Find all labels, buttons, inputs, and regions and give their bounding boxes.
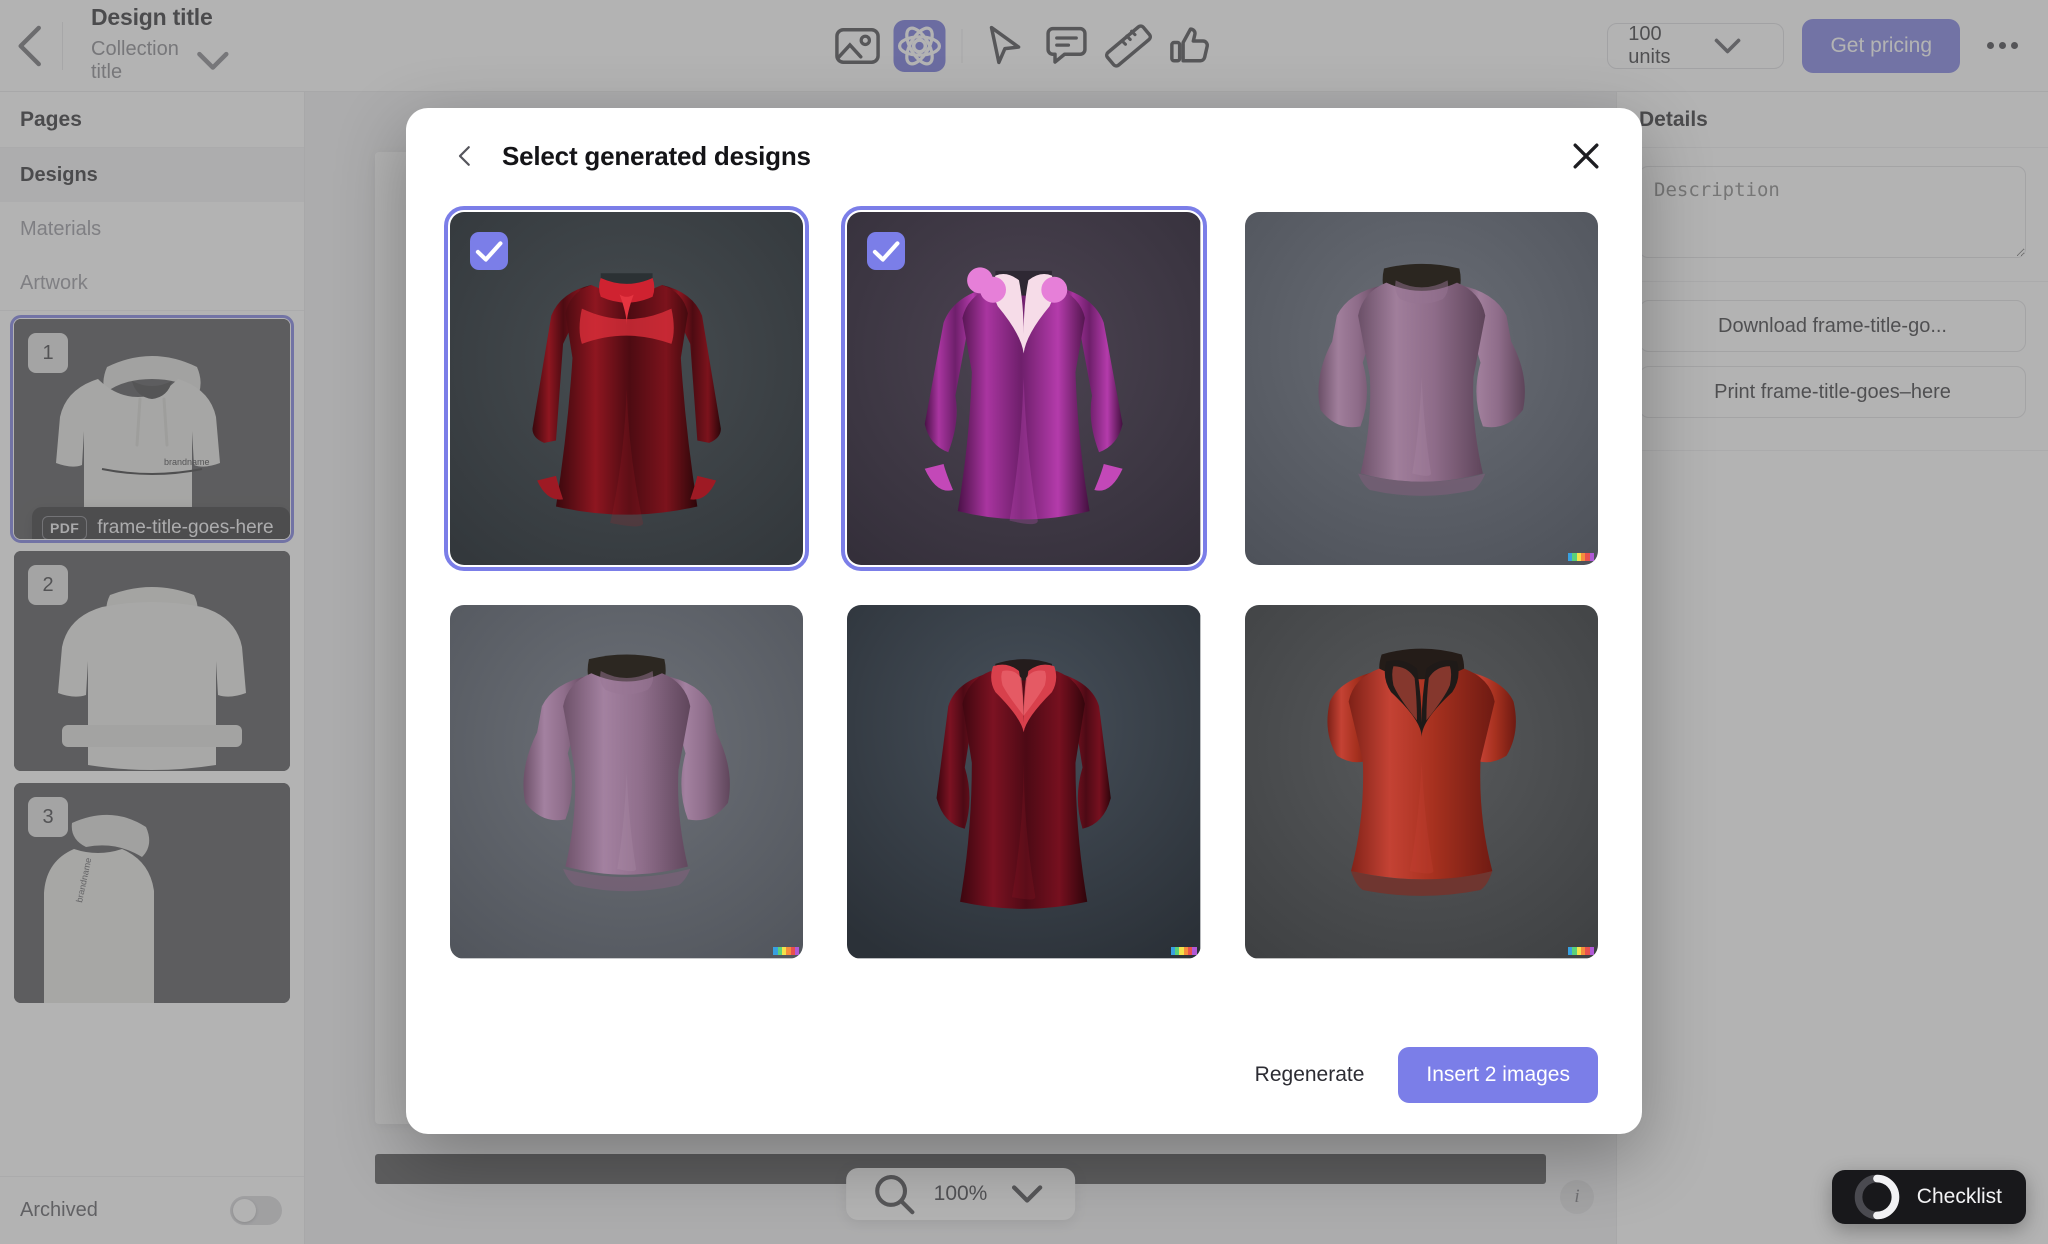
export-actions-block: Download frame-title-go... Print frame-t… <box>1617 282 2048 451</box>
dialog-back-button[interactable] <box>450 141 480 171</box>
more-horizontal-icon <box>1986 42 1994 49</box>
frame-title-label: frame-title-goes-here <box>97 517 274 538</box>
ai-watermark-icon <box>1170 946 1197 955</box>
progress-ring-icon <box>1854 1174 1900 1220</box>
dialog-header: Select generated designs <box>406 108 1642 204</box>
ai-watermark-icon <box>1568 553 1594 562</box>
archived-row: Archived <box>0 1176 304 1244</box>
thumbnail-number: 1 <box>28 333 68 373</box>
toolbar-separator <box>961 28 963 63</box>
details-panel: Details Download frame-title-go... Print… <box>1616 92 2048 1244</box>
close-button[interactable] <box>1566 136 1606 176</box>
design-card[interactable] <box>450 605 804 959</box>
ai-atom-icon <box>897 26 942 65</box>
description-block <box>1617 148 2048 282</box>
title-block: Design title Collection title <box>63 4 240 88</box>
design-card[interactable] <box>443 205 810 572</box>
tool-approve-button[interactable] <box>1165 20 1217 72</box>
description-field[interactable] <box>1639 166 2026 258</box>
archived-label: Archived <box>20 1199 98 1221</box>
checklist-button[interactable]: Checklist <box>1831 1170 2026 1224</box>
design-thumbnail <box>1244 212 1598 566</box>
design-card[interactable] <box>847 605 1201 959</box>
units-select[interactable]: 100 units <box>1607 22 1785 69</box>
thumbnail-number: 3 <box>28 797 68 837</box>
chevron-down-icon <box>1715 38 1741 53</box>
archived-toggle[interactable] <box>230 1196 282 1225</box>
download-frame-button[interactable]: Download frame-title-go... <box>1639 300 2026 352</box>
design-card[interactable] <box>841 205 1207 572</box>
ai-watermark-icon <box>1568 946 1594 955</box>
frame-title-tooltip: PDF frame-title-goes-here <box>32 507 290 539</box>
sidebar-item-artwork[interactable]: Artwork <box>0 256 304 310</box>
regenerate-button[interactable]: Regenerate <box>1255 1063 1365 1087</box>
toolbar <box>832 19 1217 72</box>
ai-watermark-icon <box>773 946 800 955</box>
comment-icon <box>1046 26 1087 64</box>
dialog-footer: Regenerate Insert 2 images <box>406 1016 1642 1134</box>
left-sidebar: Pages Designs Materials Artwork 1 brandn… <box>0 92 305 1244</box>
header-actions: 100 units Get pricing <box>1607 18 2026 73</box>
insert-images-button[interactable]: Insert 2 images <box>1398 1047 1598 1103</box>
chevron-down-icon <box>1012 1185 1043 1203</box>
image-icon <box>835 27 880 64</box>
tool-comment-button[interactable] <box>1041 20 1093 72</box>
units-value: 100 units <box>1628 22 1671 68</box>
get-pricing-button[interactable]: Get pricing <box>1802 18 1960 73</box>
thumbnail-number: 2 <box>28 565 68 605</box>
tool-cursor-button[interactable] <box>979 20 1031 72</box>
magnifier-icon <box>874 1175 914 1215</box>
info-icon[interactable]: i <box>1560 1180 1594 1214</box>
more-options-button[interactable] <box>1978 22 2026 70</box>
check-icon <box>475 241 503 262</box>
list-item[interactable]: 2 <box>14 551 290 771</box>
print-frame-button[interactable]: Print frame-title-goes–here <box>1639 366 2026 418</box>
chevron-left-icon <box>458 146 470 166</box>
tool-ai-generate-button[interactable] <box>893 19 946 72</box>
collection-title: Collection title <box>91 37 179 83</box>
tool-ruler-button[interactable] <box>1103 20 1155 72</box>
zoom-value: 100% <box>933 1182 988 1205</box>
chevron-down-icon <box>197 51 229 70</box>
sidebar-item-materials[interactable]: Materials <box>0 202 304 256</box>
design-thumbnail <box>450 605 804 959</box>
dialog-title: Select generated designs <box>502 140 811 171</box>
tool-image-button[interactable] <box>832 20 884 72</box>
pdf-badge: PDF <box>42 516 88 539</box>
ruler-icon <box>1104 23 1153 68</box>
design-card[interactable] <box>1244 212 1598 566</box>
top-header: Design title Collection title 100 units … <box>0 0 2048 92</box>
zoom-control[interactable]: 100% <box>845 1168 1076 1220</box>
thumbs-up-icon <box>1170 26 1209 62</box>
page-thumbnail-list[interactable]: 1 brandname PDF frame-title-goes-here 2 … <box>0 311 304 1176</box>
design-checkbox[interactable] <box>867 232 906 270</box>
design-checkbox[interactable] <box>470 232 508 270</box>
sidebar-section-pages: Pages <box>0 92 304 148</box>
generated-designs-grid <box>406 204 1642 1016</box>
svg-text:brandname: brandname <box>164 457 210 467</box>
checklist-label: Checklist <box>1916 1185 2002 1208</box>
details-panel-title: Details <box>1617 92 2048 148</box>
sidebar-item-designs[interactable]: Designs <box>0 148 304 202</box>
select-generated-designs-dialog: Select generated designs Regenerate Inse… <box>406 108 1642 1134</box>
design-thumbnail <box>1244 605 1598 959</box>
design-card[interactable] <box>1244 605 1598 959</box>
back-button[interactable] <box>0 0 62 92</box>
design-thumbnail <box>847 605 1201 959</box>
check-icon <box>873 241 900 262</box>
cursor-icon <box>989 25 1021 64</box>
list-item[interactable]: 1 brandname PDF frame-title-goes-here <box>10 315 294 543</box>
page-title: Design title <box>91 3 213 30</box>
list-item[interactable]: 3 brandname <box>14 783 290 1003</box>
collection-selector[interactable]: Collection title <box>91 34 240 88</box>
close-icon <box>1573 143 1599 169</box>
chevron-left-icon <box>18 25 41 66</box>
